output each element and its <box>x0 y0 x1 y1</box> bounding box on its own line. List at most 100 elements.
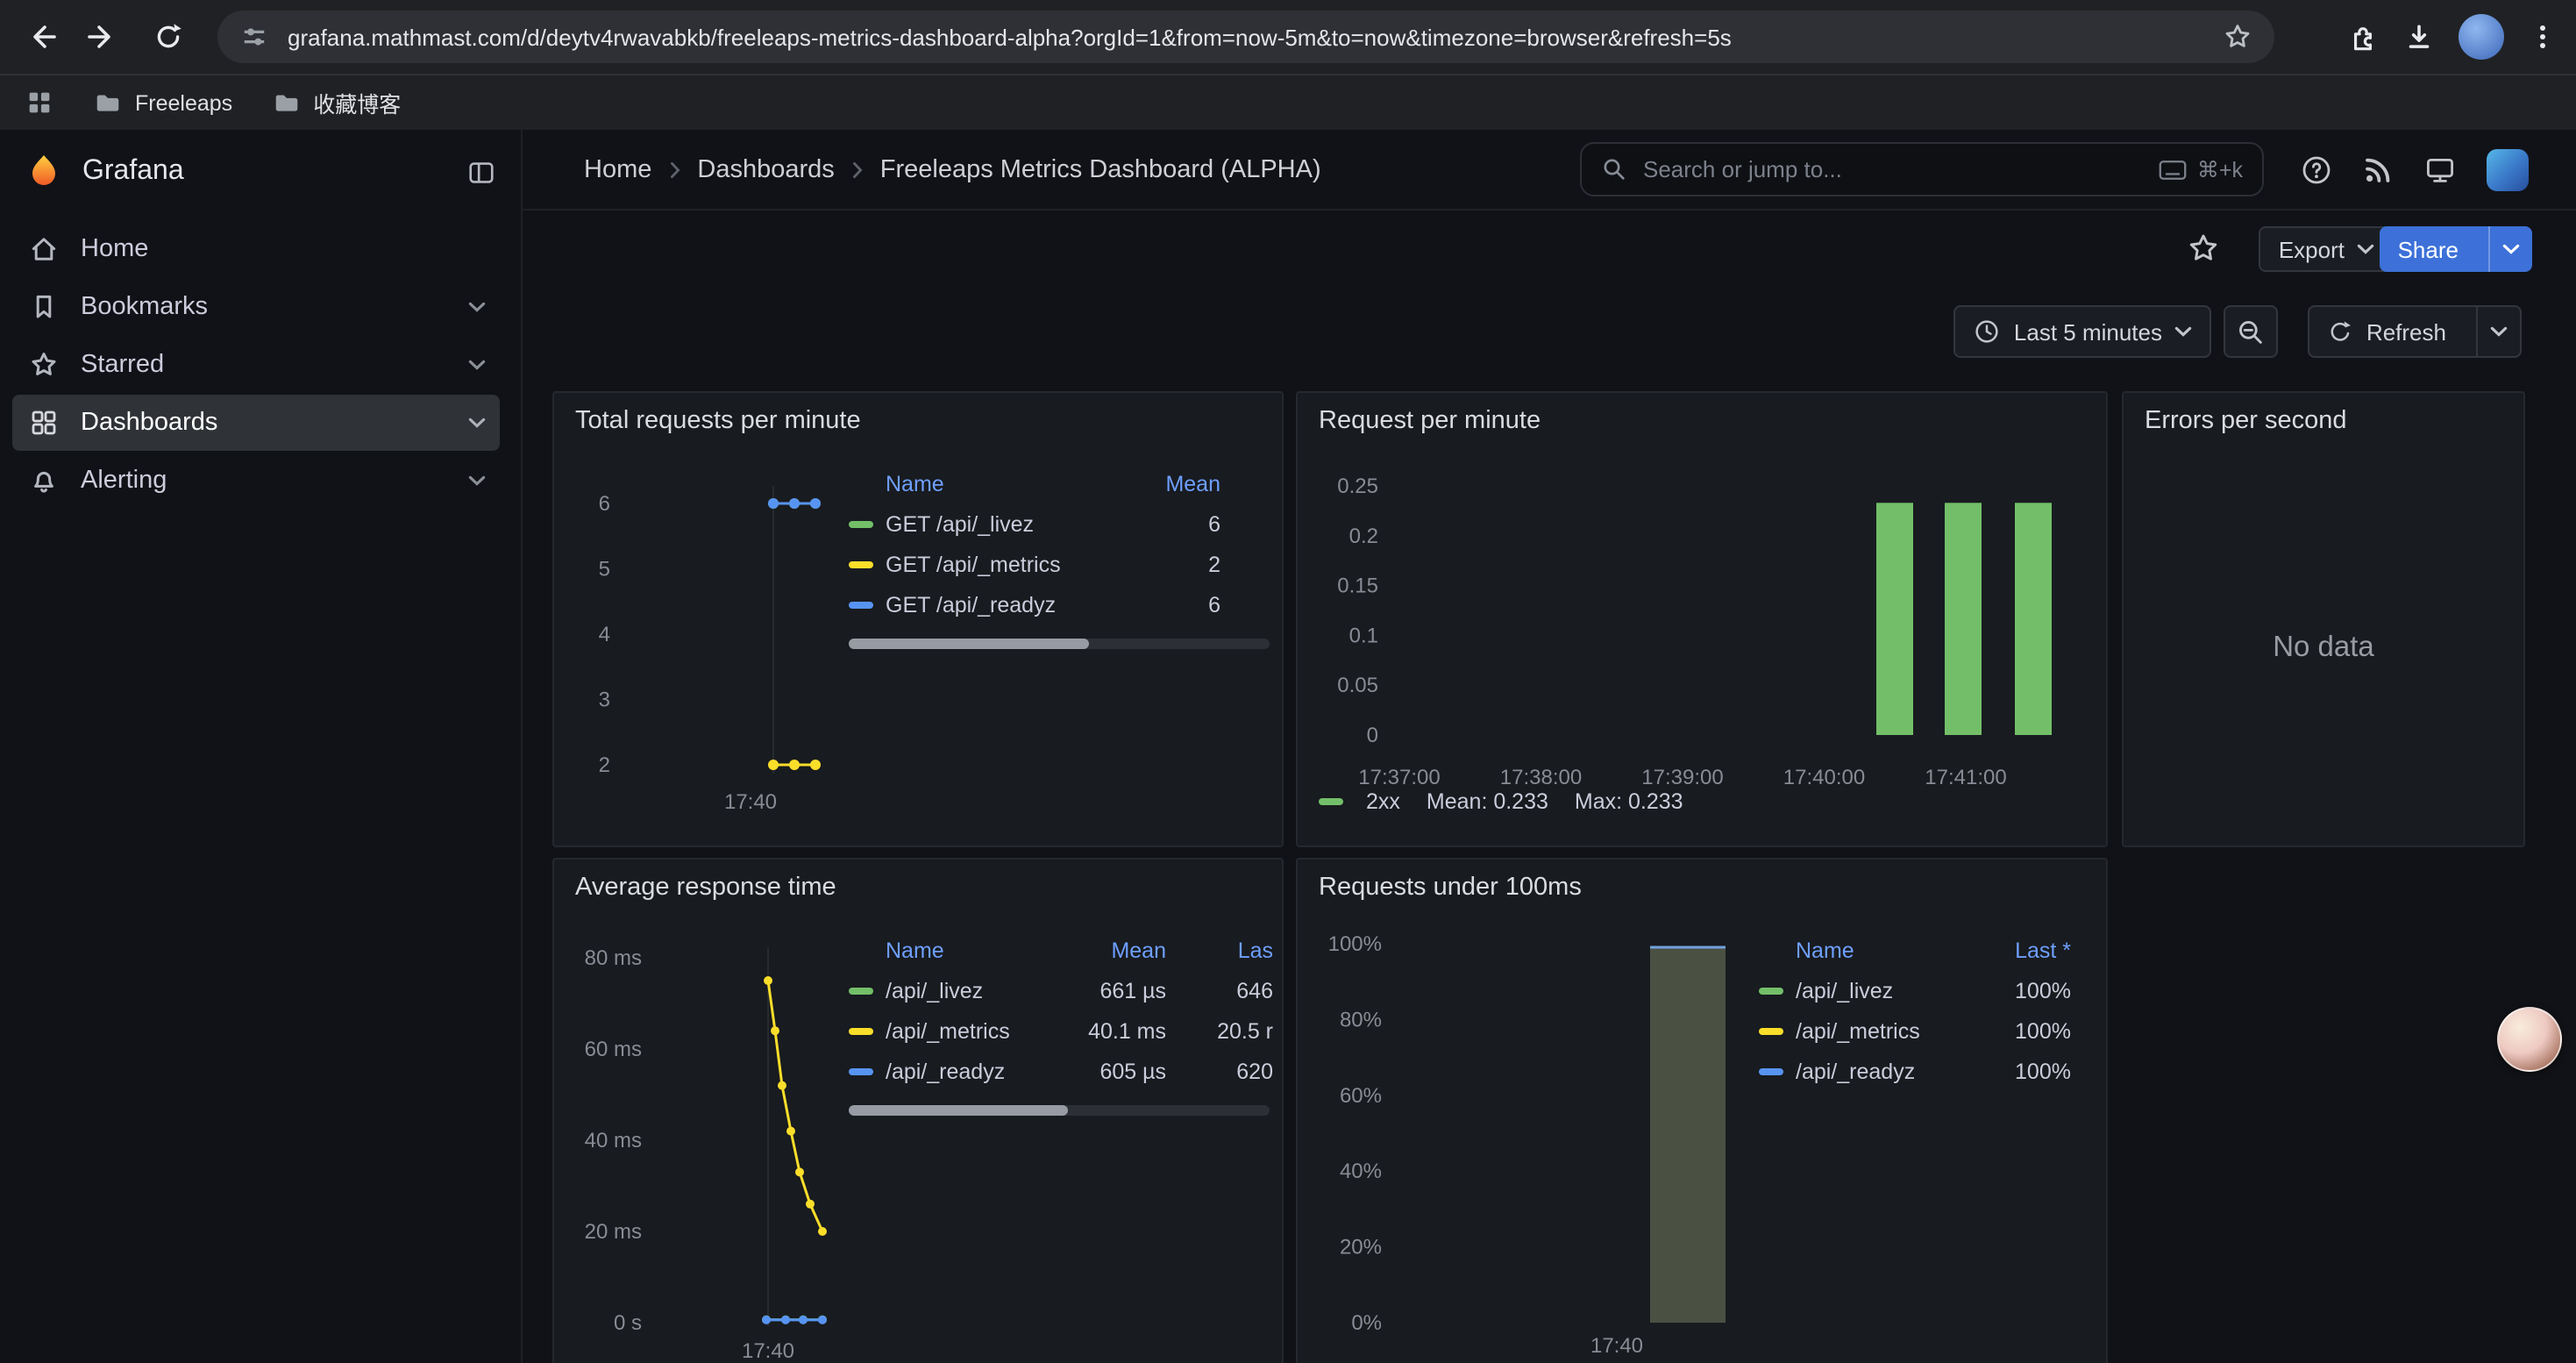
legend-scrollbar[interactable] <box>849 1105 1270 1116</box>
sidebar-item-label: Starred <box>81 351 164 379</box>
legend-row[interactable]: /api/_metrics100% <box>1759 1010 2071 1051</box>
sidebar-item-home[interactable]: Home <box>12 221 500 277</box>
legend-row[interactable]: /api/_metrics40.1 ms20.5 r <box>849 1010 1273 1051</box>
share-button[interactable]: Share <box>2380 226 2532 272</box>
scrollbar-thumb[interactable] <box>849 639 1089 649</box>
sidebar-item-label: Home <box>81 235 148 263</box>
grafana-header: Home Dashboards Freeleaps Metrics Dashbo… <box>523 130 2576 211</box>
chevron-right-icon <box>669 161 680 179</box>
time-range-picker[interactable]: Last 5 minutes <box>1954 305 2211 358</box>
legend-header: NameMean <box>849 463 1220 503</box>
svg-text:0 s: 0 s <box>614 1311 642 1335</box>
share-menu-caret[interactable] <box>2488 226 2532 272</box>
svg-text:40%: 40% <box>1340 1160 1382 1183</box>
sidebar-item-dashboards[interactable]: Dashboards <box>12 395 500 451</box>
svg-text:3: 3 <box>599 689 610 712</box>
bookmark-label: Freeleaps <box>135 90 232 115</box>
sidebar: Grafana Home Bookmarks Starred <box>0 130 523 1363</box>
refresh-icon <box>2328 318 2354 345</box>
folder-icon <box>271 88 301 118</box>
svg-text:0.15: 0.15 <box>1337 574 1378 598</box>
export-button[interactable]: Export <box>2259 226 2394 272</box>
bookmark-folder-blogs[interactable]: 收藏博客 <box>271 86 401 119</box>
star-icon <box>28 349 60 381</box>
floating-avatar[interactable] <box>2497 1007 2562 1072</box>
legend-table[interactable]: NameLast */api/_livez100%/api/_metrics10… <box>1759 930 2071 1091</box>
apps-grid-icon[interactable] <box>25 88 54 118</box>
legend-row[interactable]: GET /api/_livez6 <box>849 503 1220 544</box>
svg-text:4: 4 <box>599 623 610 646</box>
sidebar-item-starred[interactable]: Starred <box>12 337 500 393</box>
chevron-down-icon[interactable] <box>468 417 486 428</box>
forward-icon <box>86 21 117 53</box>
favorite-dashboard-button[interactable] <box>2187 232 2220 265</box>
home-icon <box>28 233 60 265</box>
chevron-down-icon <box>2502 244 2520 254</box>
breadcrumb-home[interactable]: Home <box>584 156 651 184</box>
grafana-logo[interactable] <box>25 153 63 191</box>
reload-button[interactable] <box>144 12 193 61</box>
breadcrumb: Home Dashboards Freeleaps Metrics Dashbo… <box>584 130 1321 211</box>
rss-icon[interactable] <box>2362 154 2394 186</box>
legend-row[interactable]: /api/_livez661 µs646 <box>849 970 1273 1010</box>
bookmarks-bar: Freeleaps 收藏博客 <box>0 74 2576 130</box>
extensions-icon[interactable] <box>2346 20 2380 54</box>
url-text[interactable]: grafana.mathmast.com/d/deytv4rwavabkb/fr… <box>288 24 2204 50</box>
legend-row[interactable]: /api/_readyz605 µs620 <box>849 1051 1273 1091</box>
legend-row[interactable]: /api/_livez100% <box>1759 970 2071 1010</box>
sidebar-item-alerting[interactable]: Alerting <box>12 453 500 509</box>
panel-requests-under-100ms: Requests under 100ms 100%80%60%40%20%0%1… <box>1296 858 2108 1363</box>
series-name[interactable]: 2xx <box>1366 789 1400 814</box>
bookmark-icon <box>28 291 60 323</box>
svg-text:0%: 0% <box>1351 1311 1382 1335</box>
svg-text:20 ms: 20 ms <box>585 1220 642 1244</box>
svg-text:80%: 80% <box>1340 1008 1382 1031</box>
url-bar[interactable]: grafana.mathmast.com/d/deytv4rwavabkb/fr… <box>217 11 2274 63</box>
series-color-chip <box>849 560 873 567</box>
svg-text:80 ms: 80 ms <box>585 946 642 970</box>
shortcut-hint: ⌘+k <box>2159 156 2243 182</box>
download-icon[interactable] <box>2402 20 2436 54</box>
bookmark-star-icon[interactable] <box>2222 21 2253 53</box>
search-input[interactable]: Search or jump to... ⌘+k <box>1580 142 2264 196</box>
panel-request-per-minute: Request per minute 0.250.20.150.10.05017… <box>1296 391 2108 847</box>
search-placeholder: Search or jump to... <box>1643 156 2143 182</box>
legend-table[interactable]: NameMeanGET /api/_livez6GET /api/_metric… <box>849 463 1220 624</box>
site-settings-icon[interactable] <box>238 21 270 53</box>
browser-actions <box>2346 0 2558 74</box>
svg-text:0: 0 <box>1367 724 1378 747</box>
svg-text:60%: 60% <box>1340 1084 1382 1108</box>
browser-profile-avatar[interactable] <box>2459 14 2504 60</box>
chevron-down-icon[interactable] <box>468 475 486 486</box>
svg-text:100%: 100% <box>1328 932 1382 956</box>
refresh-button[interactable]: Refresh <box>2309 305 2522 358</box>
monitor-icon[interactable] <box>2423 154 2457 186</box>
browser-menu-icon[interactable] <box>2527 21 2558 53</box>
sidebar-item-bookmarks[interactable]: Bookmarks <box>12 279 500 335</box>
sidebar-toggle-icon[interactable] <box>466 157 496 187</box>
legend-row[interactable]: /api/_readyz100% <box>1759 1051 2071 1091</box>
chevron-down-icon[interactable] <box>468 360 486 370</box>
svg-text:17:40: 17:40 <box>724 790 777 814</box>
chevron-down-icon <box>2490 326 2508 337</box>
folder-icon <box>93 88 123 118</box>
legend-row[interactable]: GET /api/_metrics2 <box>849 544 1220 584</box>
bookmark-folder-freeleaps[interactable]: Freeleaps <box>93 88 232 118</box>
forward-button[interactable] <box>77 12 126 61</box>
scrollbar-thumb[interactable] <box>849 1105 1068 1116</box>
legend-scrollbar[interactable] <box>849 639 1270 649</box>
chevron-down-icon[interactable] <box>468 302 486 312</box>
user-avatar[interactable] <box>2487 149 2529 191</box>
help-icon[interactable] <box>2301 154 2332 186</box>
zoom-out-icon <box>2236 317 2266 346</box>
panel-title[interactable]: Errors per second <box>2145 407 2347 435</box>
zoom-out-button[interactable] <box>2224 305 2278 358</box>
refresh-label: Refresh <box>2366 318 2446 345</box>
chevron-down-icon <box>2174 326 2192 337</box>
legend-table[interactable]: NameMeanLas/api/_livez661 µs646/api/_met… <box>849 930 1273 1091</box>
breadcrumb-dashboards[interactable]: Dashboards <box>697 156 834 184</box>
reload-icon <box>153 21 184 53</box>
refresh-interval-caret[interactable] <box>2476 307 2520 356</box>
legend-row[interactable]: GET /api/_readyz6 <box>849 584 1220 624</box>
back-button[interactable] <box>18 12 67 61</box>
